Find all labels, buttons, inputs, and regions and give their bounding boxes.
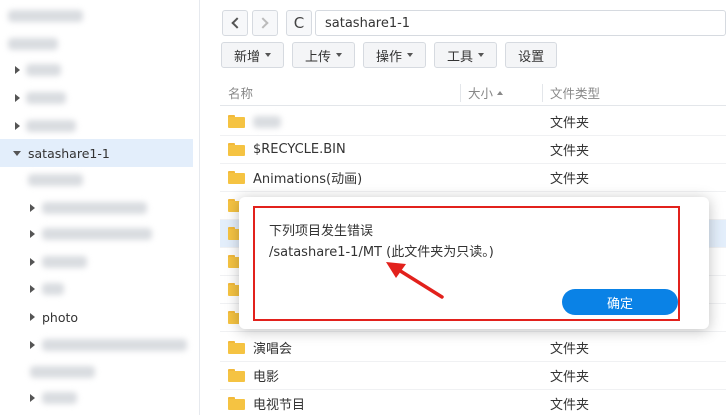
expand-arrow-icon[interactable]: [30, 394, 35, 402]
tree-node-blurred[interactable]: [15, 114, 76, 138]
dialog-title: 下列项目发生错误: [269, 224, 374, 239]
expand-arrow-icon[interactable]: [30, 204, 35, 212]
file-name: 电影: [253, 370, 280, 385]
path-text: satashare1-1: [325, 15, 411, 31]
create-button[interactable]: 新增: [221, 42, 285, 68]
list-header: 名称 大小 文件类型: [220, 80, 726, 106]
chevron-left-icon: [231, 17, 243, 29]
folder-icon: [228, 171, 245, 184]
tools-button[interactable]: 工具: [434, 42, 498, 68]
table-row[interactable]: 电视节目 文件夹: [220, 390, 726, 415]
column-type[interactable]: 文件类型: [550, 83, 600, 102]
expand-arrow-icon[interactable]: [30, 313, 35, 321]
folder-icon: [228, 397, 245, 410]
folder-icon: [228, 341, 245, 354]
file-name: 演唱会: [253, 342, 293, 357]
column-divider[interactable]: [460, 84, 461, 102]
tree-node-blurred[interactable]: [15, 58, 61, 82]
tree-node-blurred[interactable]: [15, 86, 66, 110]
caret-down-icon: [407, 53, 414, 57]
file-type: 文件夹: [550, 342, 590, 357]
tree-node-blurred[interactable]: [8, 4, 83, 28]
upload-label: 上传: [305, 49, 332, 65]
sort-ascending-icon: [497, 90, 504, 95]
tree-node-selected[interactable]: satashare1-1: [0, 139, 193, 167]
file-name: Animations(动画): [253, 172, 363, 187]
tree-node-label: satashare1-1: [28, 145, 110, 161]
collapse-arrow-icon[interactable]: [13, 150, 21, 156]
file-type: 文件夹: [550, 398, 590, 413]
table-row[interactable]: 演唱会 文件夹: [220, 334, 726, 362]
tree-node-blurred[interactable]: [30, 222, 152, 246]
back-button[interactable]: [222, 10, 248, 36]
table-row[interactable]: $RECYCLE.BIN 文件夹: [220, 136, 726, 164]
tree-node-blurred[interactable]: [30, 196, 147, 220]
expand-arrow-icon[interactable]: [30, 258, 35, 266]
file-type: 文件夹: [550, 172, 590, 187]
caret-down-icon: [336, 53, 343, 57]
file-name: $RECYCLE.BIN: [253, 142, 346, 157]
settings-button[interactable]: 设置: [505, 42, 558, 68]
annotation-arrow-icon: [386, 262, 444, 299]
blurred-file-name: [253, 116, 281, 128]
file-type: 文件夹: [550, 144, 590, 159]
forward-button[interactable]: [252, 10, 278, 36]
ok-button[interactable]: 确定: [562, 289, 678, 315]
folder-icon: [228, 369, 245, 382]
column-size-label: 大小: [468, 86, 494, 101]
refresh-button[interactable]: C: [286, 10, 312, 36]
tree-node-blurred[interactable]: [30, 360, 95, 384]
upload-button[interactable]: 上传: [292, 42, 356, 68]
table-row[interactable]: 文件夹: [220, 108, 726, 136]
expand-arrow-icon[interactable]: [30, 230, 35, 238]
caret-down-icon: [478, 53, 485, 57]
tree-node-blurred[interactable]: [30, 277, 64, 301]
column-name[interactable]: 名称: [228, 83, 253, 102]
expand-arrow-icon[interactable]: [15, 122, 20, 130]
create-label: 新增: [234, 49, 261, 65]
action-label: 操作: [376, 49, 403, 65]
file-type: 文件夹: [550, 370, 590, 385]
expand-arrow-icon[interactable]: [30, 341, 35, 349]
expand-arrow-icon[interactable]: [15, 66, 20, 74]
tree-node-blurred[interactable]: [30, 386, 77, 410]
column-divider[interactable]: [542, 84, 543, 102]
expand-arrow-icon[interactable]: [15, 94, 20, 102]
tree-node-blurred[interactable]: [28, 168, 83, 192]
chevron-right-icon: [257, 17, 269, 29]
folder-icon: [228, 143, 245, 156]
file-name: 电视节目: [253, 398, 306, 413]
column-size[interactable]: 大小: [468, 83, 504, 102]
tree-node-label: photo: [42, 309, 79, 325]
tree-node-blurred[interactable]: [30, 250, 87, 274]
toolbar: 新增 上传 操作 工具 设置: [221, 42, 558, 70]
folder-icon: [228, 115, 245, 128]
tools-label: 工具: [447, 49, 474, 65]
file-type: 文件夹: [550, 116, 590, 131]
tree-node-blurred[interactable]: [8, 32, 58, 56]
refresh-icon: C: [293, 13, 305, 32]
path-field[interactable]: satashare1-1: [315, 10, 726, 36]
table-row[interactable]: Animations(动画) 文件夹: [220, 164, 726, 192]
expand-arrow-icon[interactable]: [30, 285, 35, 293]
tree-node-photo[interactable]: photo: [30, 305, 78, 329]
settings-label: 设置: [518, 49, 545, 65]
table-row[interactable]: 电影 文件夹: [220, 362, 726, 390]
caret-down-icon: [265, 53, 272, 57]
action-button[interactable]: 操作: [363, 42, 427, 68]
tree-node-blurred[interactable]: [30, 333, 187, 357]
folder-tree: satashare1-1 photo: [0, 0, 200, 415]
